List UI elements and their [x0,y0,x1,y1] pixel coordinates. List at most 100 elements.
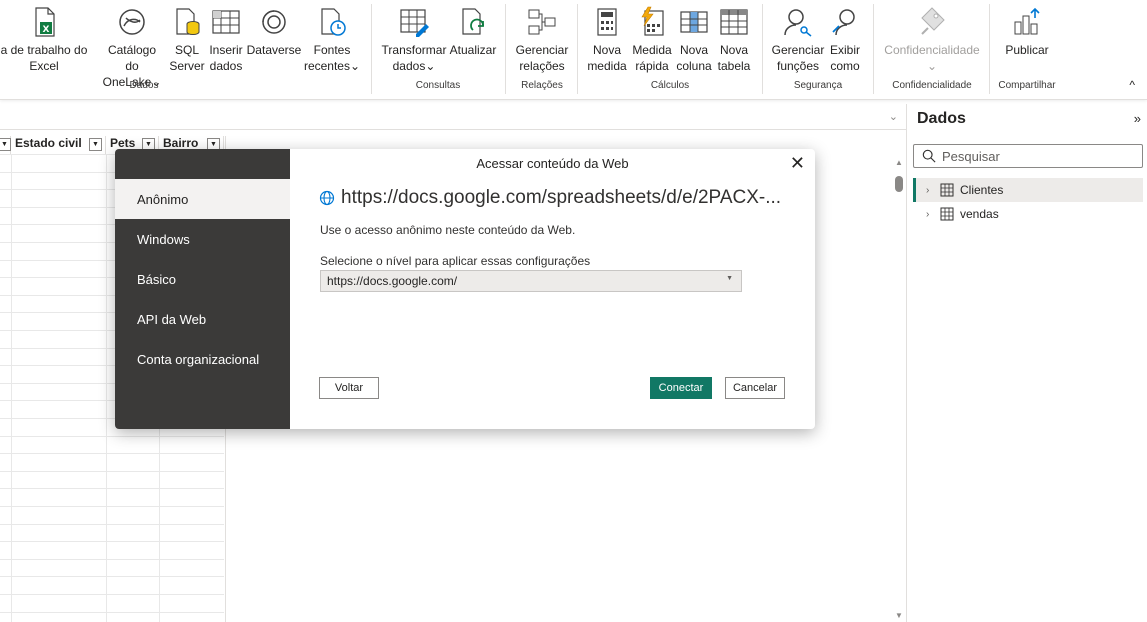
new-column-button[interactable]: Nova coluna [674,6,714,74]
search-placeholder: Pesquisar [942,148,1000,164]
column-filter-icon[interactable]: ▼ [0,138,11,151]
ribbon-separator [371,4,372,94]
ribbon-separator [577,4,578,94]
excel-workbook-button[interactable]: X a de trabalho do Excel [0,6,88,74]
new-table-label: Nova tabela [717,43,751,73]
connect-button[interactable]: Conectar [650,377,712,399]
view-as-label: Exibir como [829,43,860,73]
group-label-dados: Dados [129,80,159,91]
dialog-url: https://docs.google.com/spreadsheets/d/e… [319,187,781,209]
grid-row-line [0,471,224,472]
dropdown-arrow-icon: ▼ [726,275,733,282]
scrollbar-thumb[interactable] [895,176,903,192]
publish-label: Publicar [1005,43,1049,57]
collapse-ribbon-button[interactable]: ^ [1129,78,1135,92]
table-name: Clientes [960,183,1004,197]
nav-windows[interactable]: Windows [115,219,290,259]
dataverse-icon [262,10,286,34]
grid-row-line [0,488,224,489]
scroll-down-icon[interactable]: ▼ [895,611,903,620]
grid-column-line [11,154,12,622]
scroll-up-icon[interactable]: ▲ [895,158,903,167]
level-select-label: Selecione o nível para aplicar essas con… [320,254,591,268]
dialog-title: Acessar conteúdo da Web [476,156,629,171]
close-icon[interactable]: ✕ [790,153,805,174]
vertical-scrollbar[interactable]: ▲ ▼ [893,156,905,622]
sql-server-label: SQL Server [169,43,205,73]
collapse-pane-button[interactable]: » [1134,111,1141,126]
grid-row-line [0,524,224,525]
dataverse-button[interactable]: Dataverse [246,6,302,58]
transform-data-icon [400,9,429,37]
publish-button[interactable]: Publicar [1000,6,1054,58]
publish-icon [1014,7,1040,35]
grid-row-line [0,576,224,577]
onelake-catalog-button[interactable]: Catálogo do OneLake⌄ [100,6,164,90]
nav-anonimo[interactable]: Anônimo [115,179,290,219]
sensitivity-label: Confidencialidade ⌄ [884,43,980,73]
back-button[interactable]: Voltar [319,377,379,399]
chevron-right-icon[interactable]: › [926,185,936,196]
search-input[interactable]: Pesquisar [913,144,1143,168]
transform-data-button[interactable]: Transformar dados⌄ [380,6,448,74]
column-header-estado-civil[interactable]: Estado civil ▼ [11,136,106,154]
manage-relationships-label: Gerenciar relações [515,43,569,73]
grid-row-line [0,594,224,595]
search-icon [922,149,936,163]
dialog-url-text: https://docs.google.com/spreadsheets/d/e… [341,187,782,208]
chevron-down-icon[interactable]: ⌄ [889,110,898,123]
enter-data-icon [212,10,240,34]
quick-measure-button[interactable]: Medida rápida [630,6,674,74]
group-label-relacoes: Relações [521,80,563,91]
sql-server-button[interactable]: SQL Server [168,6,206,74]
column-header[interactable]: ▼ [0,136,11,154]
table-item-clientes[interactable]: › Clientes [913,178,1143,202]
new-measure-icon [597,8,617,36]
manage-relationships-button[interactable]: Gerenciar relações [512,6,572,74]
quick-measure-label: Medida rápida [632,43,672,73]
manage-roles-icon [784,9,812,37]
column-filter-icon[interactable]: ▼ [89,138,102,151]
grid-row-line [0,436,224,437]
new-table-icon [720,9,748,35]
chevron-right-icon[interactable]: › [926,209,936,220]
ribbon-separator [873,4,874,94]
excel-workbook-label: a de trabalho do Excel [0,43,88,73]
web-access-dialog: Anônimo Windows Básico API da Web Conta … [115,149,815,429]
auth-method-sidebar: Anônimo Windows Básico API da Web Conta … [115,149,290,429]
formula-bar[interactable]: ⌄ [0,104,906,130]
group-label-confidencialidade: Confidencialidade [892,80,972,91]
cancel-button[interactable]: Cancelar [725,377,785,399]
ribbon-separator [505,4,506,94]
column-header-label: Bairro [163,136,199,150]
view-as-button[interactable]: Exibir como [826,6,864,74]
view-as-icon [832,9,855,36]
nav-basico[interactable]: Básico [115,259,290,299]
table-icon [940,183,954,197]
table-item-vendas[interactable]: › vendas [913,202,1143,226]
manage-relationships-icon [528,9,556,35]
new-column-icon [680,11,708,33]
new-table-button[interactable]: Nova tabela [714,6,754,74]
grid-row-line [0,541,224,542]
recent-sources-label: Fontes recentes⌄ [303,43,361,73]
transform-data-label: Transformar dados⌄ [381,43,447,73]
refresh-label: Atualizar [449,43,497,57]
grid-row-line [0,506,224,507]
group-label-calculos: Cálculos [650,80,690,91]
sensitivity-button[interactable]: Confidencialidade ⌄ [880,6,984,74]
table-name: vendas [960,207,999,221]
data-pane-title: Dados [917,110,966,127]
nav-api-da-web[interactable]: API da Web [115,299,290,339]
enter-data-label: Inserir dados [209,43,243,73]
new-column-label: Nova coluna [676,43,712,73]
enter-data-button[interactable]: Inserir dados [208,6,244,74]
recent-sources-button[interactable]: Fontes recentes⌄ [302,6,362,74]
refresh-button[interactable]: Atualizar [446,6,500,58]
manage-roles-button[interactable]: Gerenciar funções [770,6,826,74]
nav-conta-organizacional[interactable]: Conta organizacional [115,339,290,379]
new-measure-button[interactable]: Nova medida [586,6,628,74]
svg-text:X: X [43,25,50,35]
sql-server-icon [176,8,200,36]
level-select[interactable]: https://docs.google.com/ ▼ [320,270,742,292]
